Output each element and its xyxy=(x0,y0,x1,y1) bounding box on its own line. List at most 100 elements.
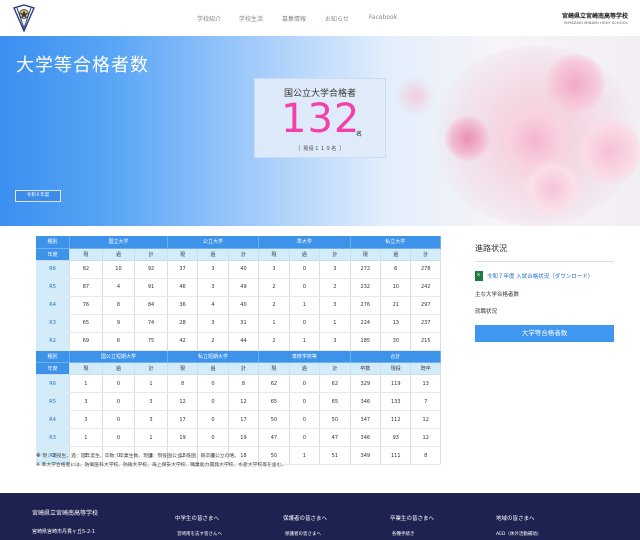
footer-sublink-parents[interactable]: 保護者の皆さまへ xyxy=(285,531,321,537)
table-subheader-row-universities: 年度現過計現過計現過計現過計 xyxy=(36,248,441,261)
table-cell: 84 xyxy=(134,296,168,315)
header-cell: 種別 xyxy=(36,236,71,249)
results-table-body: 種別 国立大学 公立大学 準大学 私立大学 年度現過計現過計現過計現過計 R6 82 10 92 3… xyxy=(36,236,442,466)
header-cell: 準大学 xyxy=(258,236,351,249)
table-cell: 2 xyxy=(258,278,290,297)
header-cell: 私立大学 xyxy=(350,236,442,249)
year-cell: R4 xyxy=(36,296,71,315)
table-cell: 31 xyxy=(228,314,260,333)
pass-count-number: 132 xyxy=(281,96,361,142)
table-cell: 297 xyxy=(410,296,441,315)
table-cell: 91 xyxy=(134,278,168,297)
table-cell: 65 xyxy=(319,392,351,412)
footer-link-alumni[interactable]: 卒業生の皆さまへ xyxy=(390,514,434,522)
school-crest-icon[interactable] xyxy=(12,4,36,32)
table-row: R3 65 9 74 28 3 31 1 0 1 224 13 237 xyxy=(36,314,441,333)
footer-link-parents[interactable]: 保護者の皆さまへ xyxy=(283,514,327,522)
year-cell: R5 xyxy=(36,278,71,297)
table-cell: 112 xyxy=(380,410,412,430)
subheader-cell: 過 xyxy=(289,248,321,261)
subheader-cell: 過 xyxy=(102,248,136,261)
table-cell: 76 xyxy=(69,296,103,315)
footer-address: 宮崎県宮崎市丹貫ヶ丘5-2-1 xyxy=(32,529,96,535)
table-cell: 0 xyxy=(102,374,136,394)
table-cell: 3 xyxy=(319,260,351,279)
table-cell: 185 xyxy=(350,332,382,351)
nav-item-admissions[interactable]: 募集情報 xyxy=(282,14,306,23)
table-cell: 111 xyxy=(380,446,412,466)
table-row: R3 1 0 1 19 0 19 47 0 47 346 93 12 xyxy=(36,428,441,448)
download-link-label: 令和７年度 入試合格状況（ダウンロード） xyxy=(487,274,594,280)
table-cell: 1 xyxy=(69,374,103,394)
table-cell: 7 xyxy=(410,392,441,412)
table-cell: 276 xyxy=(350,296,382,315)
site-footer: 宮崎県立宮崎南高等学校 宮崎県宮崎市丹貫ヶ丘5-2-1 中学生の皆さまへ 保護者… xyxy=(0,493,640,540)
sidebar-title: 進路状況 xyxy=(475,243,614,262)
table-cell: 82 xyxy=(69,260,103,279)
header-cell: 専修学校等 xyxy=(258,350,351,363)
table-cell: 0 xyxy=(289,410,321,430)
table-cell: 10 xyxy=(102,260,136,279)
table-cell: 349 xyxy=(350,446,382,466)
table-cell: 3 xyxy=(197,278,229,297)
subheader-cell: 年度 xyxy=(36,362,71,375)
table-cell: 4 xyxy=(197,296,229,315)
footer-sublink-junior-high[interactable]: 宮崎南を志す皆さんへ xyxy=(177,531,222,537)
footer-sublink-alumni[interactable]: 各種手続き xyxy=(392,531,415,537)
table-cell: 1 xyxy=(319,314,351,333)
results-table: 種別 国立大学 公立大学 準大学 私立大学 年度現過計現過計現過計現過計 R6 82 10 92 3… xyxy=(36,236,442,466)
table-cell: 50 xyxy=(258,410,290,430)
table-cell: 215 xyxy=(410,332,441,351)
header-cell: 合計 xyxy=(350,350,442,363)
table-cell: 346 xyxy=(350,428,382,448)
table-cell: 42 xyxy=(167,332,199,351)
table-cell: 0 xyxy=(102,392,136,412)
nav-item-about[interactable]: 学校紹介 xyxy=(197,14,221,23)
table-cell: 0 xyxy=(289,314,321,333)
year-badge[interactable]: 令和６年度 xyxy=(15,190,61,202)
table-cell: 1 xyxy=(134,374,168,394)
table-cell: 6 xyxy=(102,332,136,351)
footer-link-junior-high[interactable]: 中学生の皆さまへ xyxy=(175,514,219,522)
table-cell: 133 xyxy=(380,392,412,412)
table-cell: 1 xyxy=(134,428,168,448)
table-cell: 37 xyxy=(167,260,199,279)
footer-link-community[interactable]: 地域の皆さまへ xyxy=(496,514,535,522)
table-cell: 3 xyxy=(69,410,103,430)
table-cell: 0 xyxy=(197,374,229,394)
table-cell: 12 xyxy=(410,428,441,448)
sidebar-link-employment[interactable]: 就職状況 xyxy=(475,307,614,315)
table-cell: 3 xyxy=(319,332,351,351)
table-row: R5 3 0 3 12 0 12 65 0 65 346 133 7 xyxy=(36,392,441,412)
table-cell: 62 xyxy=(258,374,290,394)
nav-item-news[interactable]: お知らせ xyxy=(325,14,349,23)
subheader-cell: 現 xyxy=(258,362,290,375)
table-cell: 49 xyxy=(228,278,260,297)
nav-item-facebook[interactable]: Facebook xyxy=(369,14,397,21)
nav-item-school-life[interactable]: 学校生活 xyxy=(239,14,263,23)
footer-sublink-community[interactable]: AED（休外活動補助） xyxy=(496,531,541,537)
subheader-cell: 過 xyxy=(102,362,136,375)
subheader-cell: 計 xyxy=(134,362,168,375)
footer-school-name: 宮崎県立宮崎南高等学校 xyxy=(32,510,99,517)
table-cell: 1 xyxy=(289,446,321,466)
table-cell: 75 xyxy=(134,332,168,351)
school-name-jp: 宮崎県立宮崎南高等学校 xyxy=(561,13,628,20)
table-cell: 0 xyxy=(102,428,136,448)
sidebar-link-university[interactable]: 主な大学合格者数 xyxy=(475,290,614,298)
university-pass-button[interactable]: 大学等合格者数 xyxy=(475,325,614,342)
table-cell: 2 xyxy=(319,278,351,297)
table-cell: 3 xyxy=(134,392,168,412)
table-cell: 1 xyxy=(258,314,290,333)
table-header-row-universities: 種別 国立大学 公立大学 準大学 私立大学 xyxy=(36,236,442,249)
header-cell: 私立短期大学 xyxy=(167,350,260,363)
table-cell: 3 xyxy=(69,392,103,412)
header-cell: 国公立短期大学 xyxy=(69,350,168,363)
download-link[interactable]: 令和７年度 入試合格状況（ダウンロード） xyxy=(475,271,614,281)
subheader-cell: 過 xyxy=(197,362,229,375)
school-name[interactable]: 宮崎県立宮崎南高等学校 MIYAZAKI MINAMI HIGH SCHOOL xyxy=(562,11,628,25)
table-cell: 0 xyxy=(102,410,136,430)
table-cell: 119 xyxy=(380,374,412,394)
year-cell: R4 xyxy=(36,410,71,430)
year-cell: R3 xyxy=(36,314,71,333)
